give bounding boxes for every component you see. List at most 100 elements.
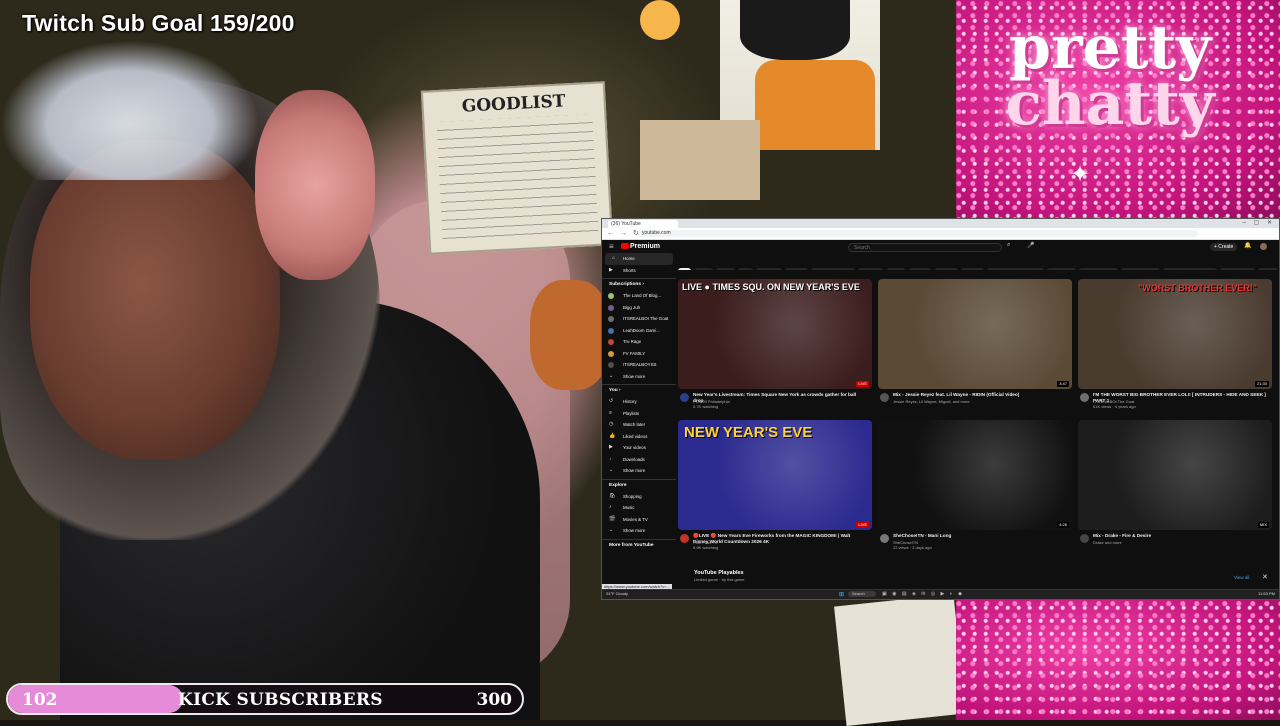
video-card[interactable]: "WORST BROTHER EVER!" 21:30 I'M THE WORST … xyxy=(1078,279,1272,419)
window-controls[interactable]: – ▢ ✕ xyxy=(1243,219,1275,226)
chip-animated-films[interactable]: Animated films xyxy=(1219,268,1256,270)
show-more-button[interactable]: ⌄ Show more xyxy=(602,371,676,383)
chip-meditation-music[interactable]: Meditation music xyxy=(1120,268,1161,270)
show-more-button[interactable]: ⌄ Show more xyxy=(602,465,676,477)
subscription-item[interactable]: FV FAMILY xyxy=(602,348,676,360)
chip-chinese-television-dramas[interactable]: Chinese television dramas xyxy=(986,268,1045,270)
chip-free-music[interactable]: Free music xyxy=(1047,268,1076,270)
account-avatar[interactable] xyxy=(1260,243,1267,250)
channel-name[interactable]: Jessie Reyez, Lil Wayne, Miguel, and mor… xyxy=(893,399,970,404)
video-card[interactable]: MIX Mix - Drake - Fire & Desire Drake and … xyxy=(1078,420,1272,560)
channel-avatar xyxy=(608,316,614,322)
channel-name[interactable]: Drake and more xyxy=(1093,540,1122,545)
video-title[interactable]: Mix - Drake - Fire & Desire xyxy=(1093,533,1266,539)
video-stats: 8.9K watching xyxy=(693,545,719,550)
video-title[interactable]: SheChose!TN - Mani Long xyxy=(893,533,1066,539)
chip-gaming[interactable]: Gaming xyxy=(785,268,808,270)
video-title[interactable]: Mix - Jessie Reyez feat. Lil Wayne - RID… xyxy=(893,392,1066,398)
video-thumbnail[interactable]: "WORST BROTHER EVER!" 21:30 xyxy=(1078,279,1272,389)
sidebar-item-label: The Land Of Blog... xyxy=(623,293,662,298)
video-thumbnail[interactable]: 4:26 xyxy=(878,420,1072,530)
view-all-link[interactable]: View all xyxy=(1234,575,1249,580)
sidebar-item-music[interactable]: ♪ Music xyxy=(602,502,676,514)
subscription-item[interactable]: Tru Rage xyxy=(602,336,676,348)
browser-tab[interactable]: (36) YouTube xyxy=(608,220,678,228)
video-title[interactable]: 🔴LIVE 🔴 New Years Eve Fireworks from the… xyxy=(693,533,866,545)
chip-recently[interactable]: Recently xyxy=(1258,268,1277,270)
chip-sitcoms[interactable]: Sitcoms xyxy=(961,268,984,270)
chip-drake[interactable]: Drake xyxy=(886,268,906,270)
search-input[interactable]: Search xyxy=(848,243,1002,252)
video-meta: Mix - Jessie Reyez feat. Lil Wayne - RID… xyxy=(878,389,1072,419)
sidebar-item-liked-videos[interactable]: 👍 Liked videos xyxy=(602,431,676,443)
sidebar-item-shorts[interactable]: ▶ Shorts xyxy=(602,265,676,277)
search-icon[interactable]: ⌕ xyxy=(1007,242,1010,249)
sidebar-item-downloads[interactable]: ↓ Downloads xyxy=(602,454,676,466)
music-icon: ♪ xyxy=(609,504,612,510)
sidebar-item-label: Tru Rage xyxy=(623,339,642,344)
chip-all[interactable]: All xyxy=(678,268,691,270)
video-card[interactable]: LIVE ● TIMES SQU. ON NEW YEAR'S EVE LIVE N… xyxy=(678,279,872,419)
subscription-item[interactable]: ITSREALBOI The Goat xyxy=(602,313,676,325)
windows-start-icon[interactable]: ⊞ xyxy=(839,591,844,598)
channel-avatar[interactable] xyxy=(1080,534,1089,543)
subscription-item[interactable]: LeahDoom Gami... xyxy=(602,325,676,337)
subscriptions-heading[interactable]: Subscriptions › xyxy=(602,278,676,290)
subscription-item[interactable]: Bigg Juh xyxy=(602,302,676,314)
chip-christmas-music[interactable]: Christmas Music xyxy=(1078,268,1118,270)
channel-avatar[interactable] xyxy=(1080,393,1089,402)
channel-avatar xyxy=(608,327,614,334)
subscription-item[interactable]: ITSREALBOYSS xyxy=(602,359,676,371)
url-field[interactable]: youtube.com xyxy=(638,230,1198,237)
chip-rhythms[interactable]: Rhythms xyxy=(933,268,959,270)
microphone-icon[interactable]: 🎤 xyxy=(1027,242,1034,249)
taskbar-search[interactable]: Search xyxy=(848,591,876,597)
channel-avatar[interactable] xyxy=(880,393,889,402)
chip-contemporary-r-b[interactable]: Contemporary R&B xyxy=(810,268,856,270)
chip-podcasts[interactable]: Podcasts xyxy=(858,268,884,270)
sidebar-item-home[interactable]: ⌂ Home xyxy=(605,253,673,265)
taskbar-app-icons[interactable]: ▣ ◉ ▤ ◈ ✉ ◎ ▶ ◐ ◆ xyxy=(882,591,964,597)
video-thumbnail[interactable]: MIX xyxy=(1078,420,1272,530)
video-card[interactable]: 4:26 SheChose!TN - Mani Long SheChose!TN 22… xyxy=(878,420,1072,560)
kick-subscribers-goal-bar: 102 KICK SUBSCRIBERS 300 xyxy=(6,683,524,715)
browser-window: (36) YouTube – ▢ ✕ ← → ↻ youtube.com ≡ P… xyxy=(601,218,1280,600)
streamer-face xyxy=(30,140,280,460)
channel-avatar[interactable] xyxy=(680,393,689,402)
channel-avatar xyxy=(608,339,614,345)
sidebar-item-shopping[interactable]: 🛍 Shopping xyxy=(602,491,676,503)
sidebar-item-movies-tv[interactable]: 🎬 Movies & TV xyxy=(602,514,676,526)
video-meta: SheChose!TN - Mani Long SheChose!TN 22 vie… xyxy=(878,530,1072,560)
video-thumbnail[interactable]: NEW YEAR'S EVE LIVE xyxy=(678,420,872,530)
nav-buttons[interactable]: ← → ↻ xyxy=(607,229,641,237)
channel-avatar[interactable] xyxy=(880,534,889,543)
video-meta: 🔴LIVE 🔴 New Years Eve Fireworks from the… xyxy=(678,530,872,560)
sidebar-item-your-videos[interactable]: ▶ Your videos xyxy=(602,442,676,454)
sidebar-item-history[interactable]: ↺ History xyxy=(602,396,676,408)
channel-avatar[interactable] xyxy=(680,534,689,543)
close-icon[interactable]: ✕ xyxy=(1262,573,1268,581)
video-thumbnail[interactable]: 3:47 xyxy=(878,279,1072,389)
show-more-button[interactable]: ⌄ Show more xyxy=(602,525,676,537)
video-card[interactable]: NEW YEAR'S EVE LIVE 🔴LIVE 🔴 New Years Eve … xyxy=(678,420,872,560)
video-card[interactable]: 3:47 Mix - Jessie Reyez feat. Lil Wayne -… xyxy=(878,279,1072,419)
duration-badge: 21:30 xyxy=(1254,381,1269,387)
notifications-bell-icon[interactable]: 🔔 xyxy=(1244,242,1251,249)
chip-music[interactable]: Music xyxy=(693,268,713,270)
sidebar-item-label: History xyxy=(623,399,637,404)
create-button[interactable]: + Create xyxy=(1210,243,1238,251)
chip-live[interactable]: Live xyxy=(737,268,754,270)
weather-widget[interactable]: 24°F Cloudy xyxy=(606,591,628,596)
chip-mixes[interactable]: Mixes xyxy=(715,268,735,270)
menu-icon[interactable]: ≡ xyxy=(609,242,614,251)
video-thumbnail[interactable]: LIVE ● TIMES SQU. ON NEW YEAR'S EVE LIVE xyxy=(678,279,872,389)
chip-albums[interactable]: Albums xyxy=(908,268,931,270)
youtube-logo[interactable]: Premium xyxy=(621,243,660,250)
you-heading[interactable]: You › xyxy=(602,384,676,396)
chip-action-adventure-games[interactable]: Action-adventure games xyxy=(1163,268,1217,270)
tab-bar: (36) YouTube – ▢ ✕ xyxy=(602,219,1279,228)
sidebar-item-watch-later[interactable]: ◷ Watch later xyxy=(602,419,676,431)
sidebar-item-playlists[interactable]: ≡ Playlists xyxy=(602,408,676,420)
chip-new-year[interactable]: New Year xyxy=(756,268,783,270)
subscription-item[interactable]: The Land Of Blog... xyxy=(602,290,676,302)
